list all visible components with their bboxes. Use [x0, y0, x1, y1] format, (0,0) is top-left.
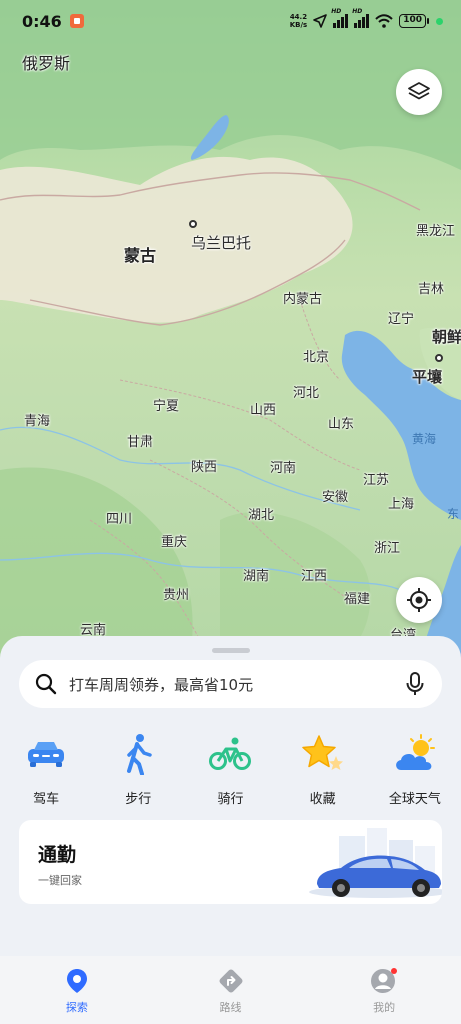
sheet-drag-handle[interactable]	[212, 648, 250, 653]
map-view[interactable]: 俄罗斯 蒙古 乌兰巴托 黑龙江 吉林 内蒙古 辽宁 朝鲜 北京 平壤 河北 宁夏…	[0, 0, 461, 660]
avatar-icon	[371, 968, 398, 993]
map-label-east-sea: 东	[447, 507, 460, 521]
search-placeholder: 打车周周领券，最高省10元	[69, 675, 254, 694]
map-label-heilongjiang: 黑龙江	[416, 224, 456, 239]
map-label-pyongyang: 平壤	[412, 368, 443, 386]
action-walk-label: 步行	[125, 792, 152, 807]
map-label-jilin: 吉林	[418, 282, 445, 297]
action-favorites-label: 收藏	[309, 792, 336, 807]
map-label-mongolia: 蒙古	[124, 246, 157, 265]
layers-icon	[408, 82, 430, 100]
tab-me[interactable]: 我的	[307, 956, 461, 1024]
network-speed: 44.2 KB/s	[290, 13, 307, 29]
map-label-liaoning: 辽宁	[388, 312, 415, 327]
map-layers-button[interactable]	[396, 69, 442, 115]
car-icon	[28, 742, 65, 767]
commute-title: 通勤	[38, 844, 77, 866]
commute-card[interactable]: 通勤 一键回家	[19, 820, 442, 904]
map-label-hunan: 湖南	[243, 569, 270, 584]
map-label-zhejiang: 浙江	[374, 541, 401, 556]
bottom-tab-bar: 探索 路线 我的	[0, 956, 461, 1024]
hd-label: HD	[331, 8, 342, 15]
action-favorites[interactable]: 收藏	[277, 732, 369, 807]
quick-actions: 驾车 步行 骑行 收藏 全球天气	[0, 732, 461, 807]
map-label-chongqing: 重庆	[161, 535, 188, 550]
map-label-shandong: 山东	[328, 417, 355, 432]
tab-me-label: 我的	[373, 1001, 396, 1014]
action-global-weather-label: 全球天气	[388, 792, 441, 807]
action-walk[interactable]: 步行	[92, 732, 184, 807]
signal-icon: HD	[352, 8, 370, 28]
locate-icon	[407, 588, 431, 612]
wifi-icon	[375, 14, 393, 28]
map-label-ulaanbaatar: 乌兰巴托	[191, 234, 252, 252]
tab-explore-label: 探索	[65, 1001, 88, 1014]
route-icon	[219, 969, 242, 993]
tab-routes[interactable]: 路线	[154, 956, 308, 1024]
privacy-dot-icon	[436, 17, 443, 25]
search-bar[interactable]: 打车周周领券，最高省10元	[19, 660, 442, 708]
map-label-shanxi: 山西	[250, 403, 277, 418]
action-drive-label: 驾车	[33, 792, 60, 807]
action-global-weather[interactable]: 全球天气	[369, 732, 461, 807]
capital-marker-icon	[435, 354, 443, 362]
weather-icon	[395, 734, 435, 770]
notification-badge	[391, 968, 398, 974]
commute-subtitle: 一键回家	[38, 874, 82, 887]
map-label-hebei: 河北	[293, 386, 320, 401]
bike-icon	[209, 737, 252, 770]
network-speed-value: 44.2	[289, 13, 308, 21]
hd-label: HD	[352, 8, 363, 15]
search-icon	[35, 673, 57, 695]
map-label-guizhou: 贵州	[163, 588, 190, 603]
map-label-jiangsu: 江苏	[363, 473, 390, 488]
walk-icon	[127, 734, 153, 775]
map-terrain	[0, 0, 461, 660]
signal-icon: HD	[331, 8, 349, 28]
location-pin-icon	[66, 969, 87, 993]
map-label-inner-mongolia: 内蒙古	[283, 292, 323, 307]
action-drive[interactable]: 驾车	[0, 732, 92, 807]
map-label-korea: 朝鲜	[432, 328, 461, 346]
map-label-ningxia: 宁夏	[153, 399, 180, 414]
microphone-icon[interactable]	[406, 672, 424, 696]
locate-me-button[interactable]	[396, 577, 442, 623]
network-speed-unit: KB/s	[289, 21, 308, 29]
screen-record-icon	[69, 14, 84, 28]
map-label-shanghai: 上海	[388, 497, 415, 512]
map-label-fujian: 福建	[344, 592, 371, 607]
map-label-qinghai: 青海	[24, 414, 51, 429]
map-label-yellow-sea: 黄海	[412, 432, 437, 446]
action-bike-label: 骑行	[217, 792, 244, 807]
map-label-jiangxi: 江西	[301, 569, 328, 584]
status-time: 0:46	[22, 11, 62, 31]
location-arrow-icon	[313, 14, 328, 28]
commute-car-illustration	[309, 828, 442, 898]
battery-indicator: 100	[399, 14, 429, 28]
star-icon	[301, 735, 343, 770]
tab-routes-label: 路线	[219, 1001, 242, 1014]
map-label-russia: 俄罗斯	[22, 54, 71, 73]
map-label-sichuan: 四川	[106, 512, 133, 527]
tab-explore[interactable]: 探索	[0, 956, 154, 1024]
map-label-hubei: 湖北	[248, 508, 275, 523]
map-label-gansu: 甘肃	[127, 435, 154, 450]
map-label-beijing: 北京	[303, 350, 330, 365]
map-label-shaanxi: 陕西	[191, 460, 218, 475]
action-bike[interactable]: 骑行	[184, 732, 276, 807]
capital-marker-icon	[189, 220, 197, 228]
map-label-anhui: 安徽	[322, 490, 349, 505]
status-bar: 0:46 44.2 KB/s HD HD 100	[0, 0, 461, 42]
map-label-henan: 河南	[270, 461, 297, 476]
